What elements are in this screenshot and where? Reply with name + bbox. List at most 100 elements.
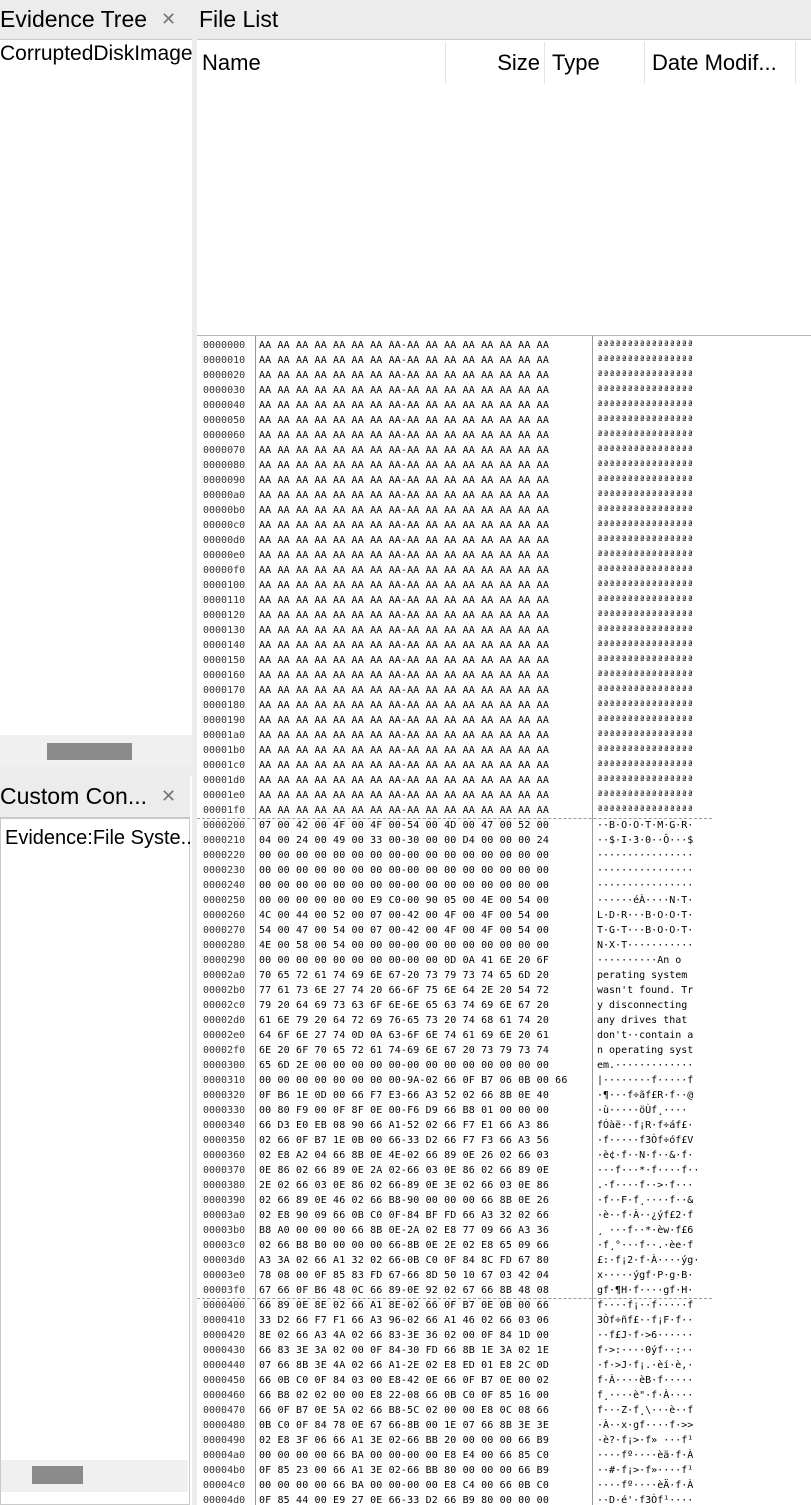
- hex-row[interactable]: 0000140 AA AA AA AA AA AA AA AA-AA AA AA …: [197, 638, 811, 653]
- hex-row[interactable]: 0000000 AA AA AA AA AA AA AA AA-AA AA AA …: [197, 338, 811, 353]
- custom-content-tab[interactable]: Custom Con... ✕: [0, 776, 190, 818]
- hex-row[interactable]: 00002f0 6E 20 6F 70 65 72 61 74-69 6E 67 …: [197, 1043, 811, 1058]
- hex-row[interactable]: 0000070 AA AA AA AA AA AA AA AA-AA AA AA …: [197, 443, 811, 458]
- hex-row[interactable]: 0000280 4E 00 58 00 54 00 00 00-00 00 00 …: [197, 938, 811, 953]
- hex-row[interactable]: 0000160 AA AA AA AA AA AA AA AA-AA AA AA …: [197, 668, 811, 683]
- hex-row[interactable]: 00000e0 AA AA AA AA AA AA AA AA-AA AA AA …: [197, 548, 811, 563]
- hex-row[interactable]: 0000150 AA AA AA AA AA AA AA AA-AA AA AA …: [197, 653, 811, 668]
- hex-row[interactable]: 0000080 AA AA AA AA AA AA AA AA-AA AA AA …: [197, 458, 811, 473]
- hex-row[interactable]: 0000430 66 83 3E 3A 02 00 0F 84-30 FD 66 …: [197, 1343, 811, 1358]
- column-header-name[interactable]: Name: [202, 42, 446, 84]
- hex-row[interactable]: 0000030 AA AA AA AA AA AA AA AA-AA AA AA …: [197, 383, 811, 398]
- hex-row[interactable]: 00003e0 78 08 00 0F 85 83 FD 67-66 8D 50 …: [197, 1268, 811, 1283]
- hex-row[interactable]: 0000040 AA AA AA AA AA AA AA AA-AA AA AA …: [197, 398, 811, 413]
- hex-row[interactable]: 0000270 54 00 47 00 54 00 07 00-42 00 4F …: [197, 923, 811, 938]
- close-icon[interactable]: ✕: [161, 786, 176, 807]
- scrollbar-thumb[interactable]: [47, 743, 132, 760]
- hex-row[interactable]: 00003a0 02 E8 90 09 66 0B C0 0F-84 BF FD …: [197, 1208, 811, 1223]
- hex-row[interactable]: 0000480 0B C0 0F 84 78 0E 67 66-8B 00 1E …: [197, 1418, 811, 1433]
- horizontal-splitter[interactable]: [0, 767, 192, 776]
- hex-row[interactable]: 00000c0 AA AA AA AA AA AA AA AA-AA AA AA …: [197, 518, 811, 533]
- hex-row[interactable]: 00000f0 AA AA AA AA AA AA AA AA-AA AA AA …: [197, 563, 811, 578]
- hex-row[interactable]: 0000170 AA AA AA AA AA AA AA AA-AA AA AA …: [197, 683, 811, 698]
- hex-row[interactable]: 0000490 02 E8 3F 06 66 A1 3E 02-66 BB 20 …: [197, 1433, 811, 1448]
- hex-row[interactable]: 0000110 AA AA AA AA AA AA AA AA-AA AA AA …: [197, 593, 811, 608]
- hex-bytes: 0F 85 23 00 66 A1 3E 02-66 BB 80 00 00 0…: [259, 1465, 550, 1476]
- hex-row[interactable]: 0000180 AA AA AA AA AA AA AA AA-AA AA AA …: [197, 698, 811, 713]
- hex-row[interactable]: 0000020 AA AA AA AA AA AA AA AA-AA AA AA …: [197, 368, 811, 383]
- column-header-type[interactable]: Type: [546, 42, 645, 84]
- hex-row[interactable]: 00001b0 AA AA AA AA AA AA AA AA-AA AA AA …: [197, 743, 811, 758]
- hex-row[interactable]: 0000100 AA AA AA AA AA AA AA AA-AA AA AA …: [197, 578, 811, 593]
- hex-row[interactable]: 00004c0 00 00 00 00 66 BA 00 00-00 00 E8 …: [197, 1478, 811, 1493]
- hex-row[interactable]: 00002a0 70 65 72 61 74 69 6E 67-20 73 79 …: [197, 968, 811, 983]
- hex-row[interactable]: 00002e0 64 6F 6E 27 74 0D 0A 63-6F 6E 74 …: [197, 1028, 811, 1043]
- file-list-tab[interactable]: File List: [197, 0, 811, 40]
- hex-row[interactable]: 00000b0 AA AA AA AA AA AA AA AA-AA AA AA …: [197, 503, 811, 518]
- hex-row[interactable]: 00003b0 B8 A0 00 00 00 66 8B 0E-2A 02 E8 …: [197, 1223, 811, 1238]
- hex-row[interactable]: 0000330 00 80 F9 00 0F 8F 0E 00-F6 D9 66 …: [197, 1103, 811, 1118]
- evidence-tree-hscrollbar[interactable]: [0, 735, 192, 767]
- hex-row[interactable]: 00003f0 67 66 0F B6 48 0C 66 89-0E 92 02 …: [197, 1283, 811, 1298]
- hex-row[interactable]: 00004a0 00 00 00 00 66 BA 00 00-00 00 E8 …: [197, 1448, 811, 1463]
- hex-viewer[interactable]: 0000000 AA AA AA AA AA AA AA AA-AA AA AA …: [197, 335, 811, 1505]
- custom-content-hscrollbar[interactable]: [1, 1460, 188, 1492]
- hex-row[interactable]: 0000130 AA AA AA AA AA AA AA AA-AA AA AA …: [197, 623, 811, 638]
- hex-row[interactable]: 0000370 0E 86 02 66 89 0E 2A 02-66 03 0E …: [197, 1163, 811, 1178]
- hex-row[interactable]: 0000450 66 0B C0 0F 84 03 00 E8-42 0E 66 …: [197, 1373, 811, 1388]
- hex-row[interactable]: 0000210 04 00 24 00 49 00 33 00-30 00 00 …: [197, 833, 811, 848]
- hex-row[interactable]: 0000470 66 0F B7 0E 5A 02 66 B8-5C 02 00 …: [197, 1403, 811, 1418]
- hex-row[interactable]: 00004b0 0F 85 23 00 66 A1 3E 02-66 BB 80 …: [197, 1463, 811, 1478]
- hex-row[interactable]: 0000460 66 B8 02 02 00 00 E8 22-08 66 0B …: [197, 1388, 811, 1403]
- hex-row[interactable]: 00000a0 AA AA AA AA AA AA AA AA-AA AA AA …: [197, 488, 811, 503]
- hex-row[interactable]: 0000390 02 66 89 0E 46 02 66 B8-90 00 00 …: [197, 1193, 811, 1208]
- hex-row[interactable]: 0000190 AA AA AA AA AA AA AA AA-AA AA AA …: [197, 713, 811, 728]
- hex-row[interactable]: 00001d0 AA AA AA AA AA AA AA AA-AA AA AA …: [197, 773, 811, 788]
- hex-row[interactable]: 0000260 4C 00 44 00 52 00 07 00-42 00 4F …: [197, 908, 811, 923]
- hex-bytes: AA AA AA AA AA AA AA AA-AA AA AA AA AA A…: [259, 730, 550, 741]
- hex-row[interactable]: 0000290 00 00 00 00 00 00 00 00-00 00 0D …: [197, 953, 811, 968]
- hex-row[interactable]: 0000250 00 00 00 00 00 00 E9 C0-00 90 05 …: [197, 893, 811, 908]
- hex-row[interactable]: 00001f0 AA AA AA AA AA AA AA AA-AA AA AA …: [197, 803, 811, 818]
- column-header-size[interactable]: Size: [446, 42, 545, 84]
- scrollbar-thumb[interactable]: [32, 1466, 83, 1484]
- hex-row[interactable]: 0000240 00 00 00 00 00 00 00 00-00 00 00 …: [197, 878, 811, 893]
- hex-row[interactable]: 00004d0 0F 85 44 00 E9 27 0E 66-33 D2 66 …: [197, 1493, 811, 1505]
- hex-row[interactable]: 0000220 00 00 00 00 00 00 00 00-00 00 00 …: [197, 848, 811, 863]
- hex-row[interactable]: 00003d0 A3 3A 02 66 A1 32 02 66-0B C0 0F …: [197, 1253, 811, 1268]
- hex-row[interactable]: 0000420 8E 02 66 A3 4A 02 66 83-3E 36 02 …: [197, 1328, 811, 1343]
- hex-bytes: AA AA AA AA AA AA AA AA-AA AA AA AA AA A…: [259, 805, 550, 816]
- hex-row[interactable]: 0000440 07 66 8B 3E 4A 02 66 A1-2E 02 E8 …: [197, 1358, 811, 1373]
- hex-row[interactable]: 0000410 33 D2 66 F7 F1 66 A3 96-02 66 A1 …: [197, 1313, 811, 1328]
- hex-row[interactable]: 0000360 02 E8 A2 04 66 8B 0E 4E-02 66 89 …: [197, 1148, 811, 1163]
- close-icon[interactable]: ✕: [161, 9, 176, 30]
- hex-row[interactable]: 0000380 2E 02 66 03 0E 86 02 66-89 0E 3E …: [197, 1178, 811, 1193]
- hex-row[interactable]: 00001a0 AA AA AA AA AA AA AA AA-AA AA AA …: [197, 728, 811, 743]
- hex-row[interactable]: 00000d0 AA AA AA AA AA AA AA AA-AA AA AA …: [197, 533, 811, 548]
- hex-row[interactable]: 00002c0 79 20 64 69 73 63 6F 6E-6E 65 63 …: [197, 998, 811, 1013]
- hex-row[interactable]: 0000230 00 00 00 00 00 00 00 00-00 00 00 …: [197, 863, 811, 878]
- hex-ascii: ªªªªªªªªªªªªªªªª: [597, 655, 694, 666]
- tree-item-evidence-file-system[interactable]: Evidence:File Syste...: [5, 827, 190, 850]
- hex-row[interactable]: 00001e0 AA AA AA AA AA AA AA AA-AA AA AA …: [197, 788, 811, 803]
- hex-row[interactable]: 0000300 65 6D 2E 00 00 00 00 00-00 00 00 …: [197, 1058, 811, 1073]
- hex-row[interactable]: 0000400 66 89 0E 8E 02 66 A1 8E-02 66 0F …: [197, 1298, 811, 1313]
- hex-row[interactable]: 00003c0 02 66 B8 B0 00 00 00 66-8B 0E 2E …: [197, 1238, 811, 1253]
- evidence-tree-tab[interactable]: Evidence Tree ✕: [0, 0, 192, 40]
- column-header-date-modified[interactable]: Date Modif...: [646, 42, 796, 84]
- hex-row[interactable]: 0000320 0F B6 1E 0D 00 66 F7 E3-66 A3 52 …: [197, 1088, 811, 1103]
- hex-row[interactable]: 00002d0 61 6E 79 20 64 72 69 76-65 73 20 …: [197, 1013, 811, 1028]
- hex-row[interactable]: 0000090 AA AA AA AA AA AA AA AA-AA AA AA …: [197, 473, 811, 488]
- tree-item-corrupted-disk-image[interactable]: CorruptedDiskImage: [0, 42, 192, 66]
- hex-ascii: ªªªªªªªªªªªªªªªª: [597, 550, 694, 561]
- hex-row[interactable]: 0000010 AA AA AA AA AA AA AA AA-AA AA AA …: [197, 353, 811, 368]
- hex-row[interactable]: 00001c0 AA AA AA AA AA AA AA AA-AA AA AA …: [197, 758, 811, 773]
- hex-row[interactable]: 00002b0 77 61 73 6E 27 74 20 66-6F 75 6E …: [197, 983, 811, 998]
- hex-row[interactable]: 0000350 02 66 0F B7 1E 0B 00 66-33 D2 66 …: [197, 1133, 811, 1148]
- hex-row[interactable]: 0000340 66 D3 E0 EB 08 90 66 A1-52 02 66 …: [197, 1118, 811, 1133]
- hex-row[interactable]: 0000120 AA AA AA AA AA AA AA AA-AA AA AA …: [197, 608, 811, 623]
- hex-row[interactable]: 0000060 AA AA AA AA AA AA AA AA-AA AA AA …: [197, 428, 811, 443]
- hex-row[interactable]: 0000310 00 00 00 00 00 00 00 00-9A-02 66 …: [197, 1073, 811, 1088]
- hex-row[interactable]: 0000050 AA AA AA AA AA AA AA AA-AA AA AA …: [197, 413, 811, 428]
- hex-row[interactable]: 0000200 07 00 42 00 4F 00 4F 00-54 00 4D …: [197, 818, 811, 833]
